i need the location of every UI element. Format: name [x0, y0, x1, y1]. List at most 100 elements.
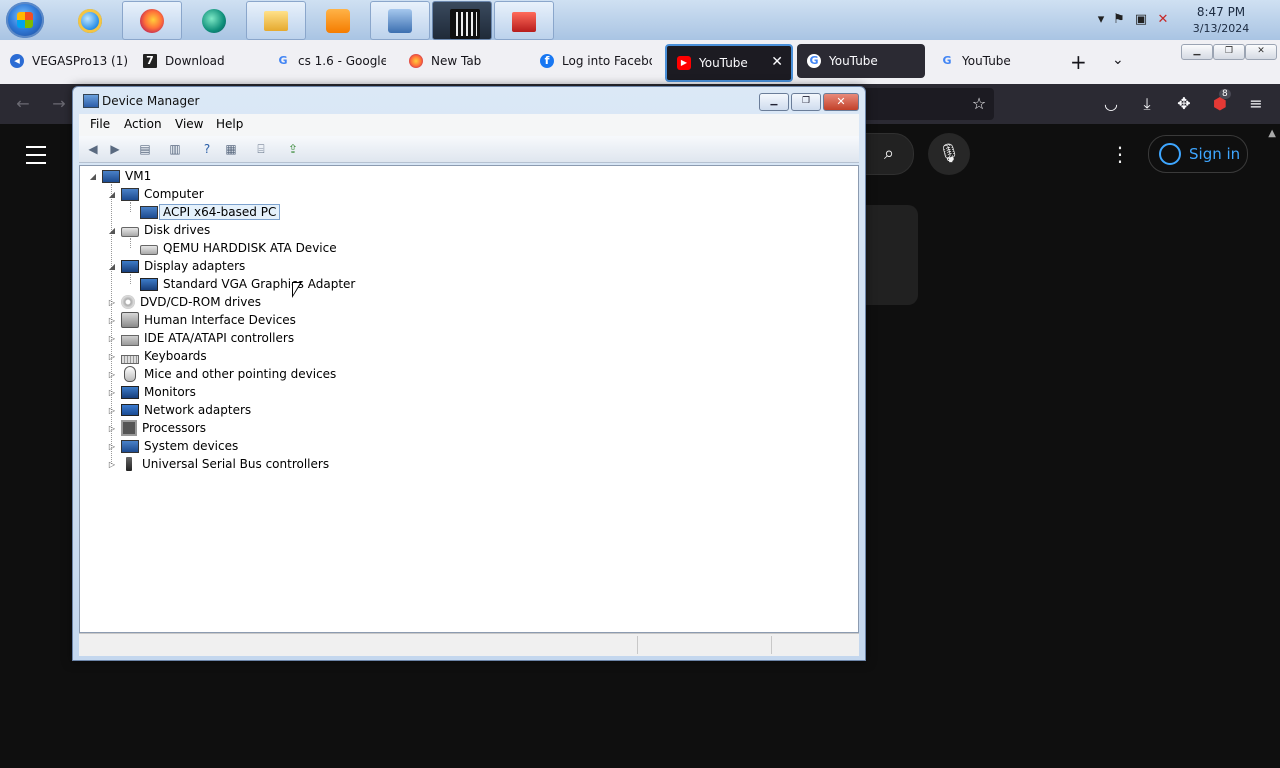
- tab-google-search-cs16[interactable]: G cs 1.6 - Google S: [266, 44, 396, 78]
- expand-arrow-icon[interactable]: ▷: [107, 370, 117, 379]
- show-action-pane-icon[interactable]: ▦: [223, 141, 239, 157]
- youtube-guide-menu-icon[interactable]: [26, 146, 46, 164]
- dvd-drive-icon: [121, 295, 135, 309]
- expand-arrow-icon[interactable]: ▷: [107, 316, 117, 325]
- minimize-button[interactable]: ▁: [759, 93, 789, 111]
- new-tab-button[interactable]: +: [1070, 50, 1087, 74]
- bookmark-star-icon[interactable]: ☆: [970, 95, 988, 113]
- processor-icon: [121, 420, 137, 436]
- back-arrow-icon[interactable]: ◀: [85, 141, 101, 157]
- category-processors[interactable]: ▷ Processors: [107, 419, 206, 437]
- scrollbar-up-arrow-icon[interactable]: ▲: [1268, 128, 1276, 139]
- network-icon[interactable]: ▣: [1134, 13, 1148, 27]
- more-options-icon[interactable]: ⋮: [1110, 142, 1130, 166]
- expand-arrow-icon[interactable]: ▷: [107, 460, 117, 469]
- start-button[interactable]: [6, 2, 44, 38]
- disk-drive-icon: [121, 227, 139, 237]
- clock-date[interactable]: 3/13/2024: [1186, 22, 1256, 35]
- tab-youtube-active[interactable]: ▶ YouTube ✕: [665, 44, 793, 82]
- category-disk-drives[interactable]: ◢ Disk drives: [107, 221, 210, 239]
- expand-arrow-icon[interactable]: ▷: [107, 352, 117, 361]
- category-human-interface[interactable]: ▷ Human Interface Devices: [107, 311, 296, 329]
- close-button[interactable]: ✕: [823, 93, 859, 111]
- toolbar: ◀ ▶ ▤ ▥ ? ▦ ⌸ ⇪: [79, 136, 859, 163]
- collapse-arrow-icon[interactable]: ◢: [107, 226, 117, 235]
- device-standard-vga[interactable]: Standard VGA Graphics Adapter: [126, 275, 355, 293]
- file-explorer-taskbar-button[interactable]: [246, 1, 306, 40]
- show-hidden-icons-chevron-icon[interactable]: ▾: [1094, 13, 1108, 27]
- collapse-arrow-icon[interactable]: ◢: [88, 172, 98, 181]
- expand-arrow-icon[interactable]: ▷: [107, 406, 117, 415]
- category-mice[interactable]: ▷ Mice and other pointing devices: [107, 365, 336, 383]
- toolbox-taskbar-button[interactable]: [494, 1, 554, 40]
- internet-explorer-taskbar-button[interactable]: [60, 1, 120, 40]
- voice-search-button[interactable]: 🎙: [928, 133, 970, 175]
- maximize-button[interactable]: ❐: [791, 93, 821, 111]
- control-panel-taskbar-button[interactable]: [370, 1, 430, 40]
- scan-hardware-changes-icon[interactable]: ⌸: [253, 141, 269, 157]
- media-player-taskbar-button[interactable]: [308, 1, 368, 40]
- volume-muted-icon[interactable]: ✕: [1156, 13, 1170, 27]
- 7zip-icon: 7: [143, 54, 157, 68]
- properties-icon[interactable]: ▥: [167, 141, 183, 157]
- list-all-tabs-chevron-icon[interactable]: ⌄: [1112, 52, 1124, 68]
- forward-arrow-icon[interactable]: →: [50, 95, 68, 113]
- category-computer[interactable]: ◢ Computer: [107, 185, 204, 203]
- device-acpi-pc[interactable]: ACPI x64-based PC: [126, 203, 281, 221]
- close-tab-icon[interactable]: ✕: [771, 54, 783, 70]
- tab-youtube-3[interactable]: G YouTube: [930, 44, 1060, 78]
- folder-icon: [264, 11, 288, 31]
- expand-arrow-icon[interactable]: ▷: [107, 388, 117, 397]
- tab-vegaspro13[interactable]: ◂ VEGASPro13 (1): [0, 44, 130, 78]
- menu-file[interactable]: File: [90, 117, 110, 131]
- update-driver-icon[interactable]: ⇪: [285, 141, 301, 157]
- tree-root[interactable]: ◢ VM1: [88, 167, 151, 185]
- extension-badge-count: 8: [1219, 89, 1231, 99]
- tab-download[interactable]: 7 Download: [133, 44, 263, 78]
- category-network-adapters[interactable]: ▷ Network adapters: [107, 401, 251, 419]
- expand-arrow-icon[interactable]: ▷: [107, 424, 117, 433]
- browser-restore-button[interactable]: ❐: [1213, 44, 1245, 60]
- category-system-devices[interactable]: ▷ System devices: [107, 437, 238, 455]
- category-dvd-cdrom[interactable]: ▷ DVD/CD-ROM drives: [107, 293, 261, 311]
- category-display-adapters[interactable]: ◢ Display adapters: [107, 257, 245, 275]
- menu-view[interactable]: View: [175, 117, 203, 131]
- extensions-puzzle-icon[interactable]: ✥: [1175, 95, 1193, 113]
- menu-help[interactable]: Help: [216, 117, 243, 131]
- collapse-arrow-icon[interactable]: ◢: [107, 262, 117, 271]
- menu-action[interactable]: Action: [124, 117, 162, 131]
- expand-arrow-icon[interactable]: ▷: [107, 334, 117, 343]
- youtube-search-button[interactable]: ⌕: [864, 133, 914, 175]
- firefox-icon: [140, 9, 164, 33]
- menu-hamburger-icon[interactable]: ≡: [1247, 95, 1265, 113]
- clock-time[interactable]: 8:47 PM: [1186, 5, 1256, 19]
- pocket-icon[interactable]: ◡: [1102, 95, 1120, 113]
- expand-arrow-icon[interactable]: ▷: [107, 442, 117, 451]
- category-monitors[interactable]: ▷ Monitors: [107, 383, 196, 401]
- sign-in-button[interactable]: Sign in: [1148, 135, 1248, 173]
- messenger-taskbar-button[interactable]: [184, 1, 244, 40]
- tab-facebook[interactable]: f Log into Facebook: [530, 44, 660, 78]
- status-bar: [79, 633, 859, 656]
- tab-new-tab[interactable]: New Tab: [399, 44, 529, 78]
- internet-explorer-icon: [78, 9, 102, 33]
- video-editor-taskbar-button[interactable]: [432, 1, 492, 40]
- browser-minimize-button[interactable]: ▁: [1181, 44, 1213, 60]
- action-center-flag-icon[interactable]: ⚑: [1112, 13, 1126, 27]
- show-hide-console-tree-icon[interactable]: ▤: [137, 141, 153, 157]
- expand-arrow-icon[interactable]: ▷: [107, 298, 117, 307]
- category-usb-controllers[interactable]: ▷ Universal Serial Bus controllers: [107, 455, 329, 473]
- firefox-taskbar-button[interactable]: [122, 1, 182, 40]
- help-icon[interactable]: ?: [199, 141, 215, 157]
- tab-youtube-2[interactable]: G YouTube: [797, 44, 925, 78]
- collapse-arrow-icon[interactable]: ◢: [107, 190, 117, 199]
- browser-close-button[interactable]: ✕: [1245, 44, 1277, 60]
- category-ide-controllers[interactable]: ▷ IDE ATA/ATAPI controllers: [107, 329, 294, 347]
- device-qemu-harddisk[interactable]: QEMU HARDDISK ATA Device: [126, 239, 337, 257]
- downloads-icon[interactable]: ⤓: [1138, 95, 1156, 113]
- back-arrow-icon[interactable]: ←: [14, 95, 32, 113]
- category-keyboards[interactable]: ▷ Keyboards: [107, 347, 207, 365]
- forward-arrow-icon[interactable]: ▶: [107, 141, 123, 157]
- youtube-content-card: [864, 205, 918, 305]
- ide-controller-icon: [121, 334, 139, 346]
